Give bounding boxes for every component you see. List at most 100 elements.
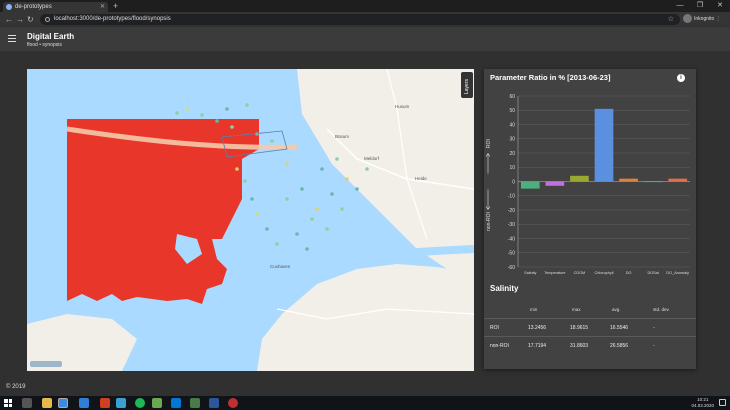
y-tick-label: -60 <box>508 265 515 271</box>
vscode-icon[interactable] <box>79 398 89 408</box>
app-icon[interactable] <box>100 398 110 408</box>
spotify-icon[interactable] <box>135 398 145 408</box>
windows-taskbar: 10:21 04.03.2020 <box>0 396 730 410</box>
x-tick-label: Salinity <box>524 271 536 275</box>
y-tick-label: -30 <box>508 222 515 228</box>
x-tick-label: DO_Anomaly <box>666 271 689 275</box>
y-tick-label: -50 <box>508 251 515 257</box>
breadcrumb-flood[interactable]: flood <box>27 42 38 48</box>
maximize-button[interactable]: ❐ <box>690 0 710 12</box>
bar-temperature <box>545 181 565 186</box>
notification-icon[interactable] <box>719 399 726 406</box>
info-icon[interactable]: i <box>677 74 685 82</box>
y-tick-label: -10 <box>508 194 515 200</box>
row-nonroi-max: 31.8603 <box>570 343 589 349</box>
explorer-icon[interactable] <box>42 398 52 408</box>
breadcrumb-synopsis[interactable]: synopsis <box>42 42 61 48</box>
bar-do_anomaly <box>668 178 688 182</box>
place-label-meldorf: Meldorf <box>364 156 380 161</box>
bar-chlorophyll <box>594 108 614 182</box>
close-tab-icon[interactable]: ✕ <box>100 2 105 12</box>
map-attribution-logo[interactable] <box>30 361 62 367</box>
system-clock[interactable]: 10:21 04.03.2020 <box>691 397 714 409</box>
address-bar[interactable]: localhost:3000/de-prototypes/flood/synop… <box>40 14 680 25</box>
incognito-icon <box>683 14 692 24</box>
salinity-title: Salinity <box>490 284 519 293</box>
info-icon[interactable] <box>45 17 50 22</box>
bar-cdom <box>570 175 589 182</box>
browser-tab[interactable]: de-prototypes ✕ <box>3 2 108 12</box>
clock-date: 04.03.2020 <box>691 403 714 408</box>
reload-icon[interactable]: ↻ <box>27 12 34 27</box>
x-tick-label: DO <box>626 271 632 275</box>
bookmark-star-icon[interactable]: ☆ <box>668 14 674 25</box>
new-tab-button[interactable]: + <box>113 0 118 12</box>
x-tick-label: Temperature <box>544 271 565 275</box>
y-tick-label: 40 <box>509 122 515 128</box>
row-roi-std: - <box>653 325 655 331</box>
bar-do <box>619 178 638 182</box>
y-tick-label: 10 <box>509 165 515 171</box>
back-icon[interactable]: ← <box>5 12 13 27</box>
row-roi-min: 13.2456 <box>528 325 547 331</box>
row-roi-label: ROI <box>490 325 499 331</box>
row-nonroi-std: - <box>653 343 655 349</box>
mail-icon[interactable] <box>171 398 181 408</box>
app-icon[interactable] <box>190 398 200 408</box>
minimize-button[interactable]: — <box>670 0 690 12</box>
app-title: Digital Earth <box>27 32 75 41</box>
place-label-cuxhaven: Cuxhaven <box>270 264 291 269</box>
y-tick-label: 20 <box>509 151 515 157</box>
row-nonroi-min: 17.7194 <box>528 343 547 349</box>
x-tick-label: Chlorophyll <box>595 271 614 275</box>
bar-salinity <box>520 181 540 189</box>
search-icon[interactable] <box>22 398 32 408</box>
qgis-icon[interactable] <box>152 398 162 408</box>
place-label-buesum: Büsum <box>335 134 350 139</box>
header-std-dev: std. dev. <box>653 307 670 312</box>
y-tick-label: -20 <box>508 208 515 214</box>
x-tick-label: DOSat <box>647 271 659 275</box>
app-bar: Digital Earth flood • synopsis <box>0 27 730 51</box>
parameter-ratio-chart: -60 -50 -40 -30 -20 -10 0 10 20 30 40 50 60 ROI non-RO… <box>485 94 690 275</box>
place-label-heide: Heide <box>415 176 427 181</box>
breadcrumb: flood • synopsis <box>27 42 62 48</box>
table-divider <box>484 318 696 319</box>
chart-title: Parameter Ratio in % [2013-06-23] <box>490 73 611 82</box>
table-divider <box>484 336 696 337</box>
non-roi-axis-label: non-ROI <box>486 212 492 231</box>
header-min: min <box>530 307 538 312</box>
y-tick-label: 0 <box>512 179 515 185</box>
arrow-up-icon <box>485 152 491 174</box>
menu-icon[interactable] <box>8 35 16 42</box>
word-icon[interactable] <box>209 398 219 408</box>
tab-favicon-icon <box>6 4 12 10</box>
header-avg: avg. <box>612 307 621 312</box>
y-tick-label: 60 <box>509 94 515 100</box>
app-icon[interactable] <box>228 398 238 408</box>
bar-dosat <box>643 181 663 183</box>
app-icon[interactable] <box>116 398 126 408</box>
y-tick-label: -40 <box>508 236 515 242</box>
row-nonroi-avg: 26.5856 <box>610 343 629 349</box>
row-roi-avg: 16.5546 <box>610 325 629 331</box>
roi-axis-label: ROI <box>486 139 492 148</box>
browser-tabstrip: de-prototypes ✕ + — ❐ ✕ <box>0 0 730 12</box>
incognito-indicator[interactable]: Inkognito ⋮ <box>683 13 721 26</box>
row-nonroi-label: non-ROI <box>490 343 509 349</box>
incognito-label: Inkognito <box>694 16 715 22</box>
y-tick-label: 30 <box>509 137 515 143</box>
close-window-button[interactable]: ✕ <box>710 0 730 12</box>
land-south <box>257 264 474 371</box>
browser-toolbar: ← → ↻ localhost:3000/de-prototypes/flood… <box>0 12 730 27</box>
url-text: localhost:3000/de-prototypes/flood/synop… <box>54 16 171 22</box>
forward-icon[interactable]: → <box>16 12 24 27</box>
chrome-icon[interactable] <box>58 398 68 408</box>
row-roi-max: 18.9615 <box>570 325 589 331</box>
header-max: max <box>572 307 581 312</box>
map-view[interactable] <box>27 69 474 371</box>
layers-button[interactable]: Layers <box>461 72 473 98</box>
windows-start-icon[interactable] <box>4 399 12 407</box>
footer-copyright: © 2019 <box>6 384 26 390</box>
y-tick-label: 50 <box>509 108 515 114</box>
